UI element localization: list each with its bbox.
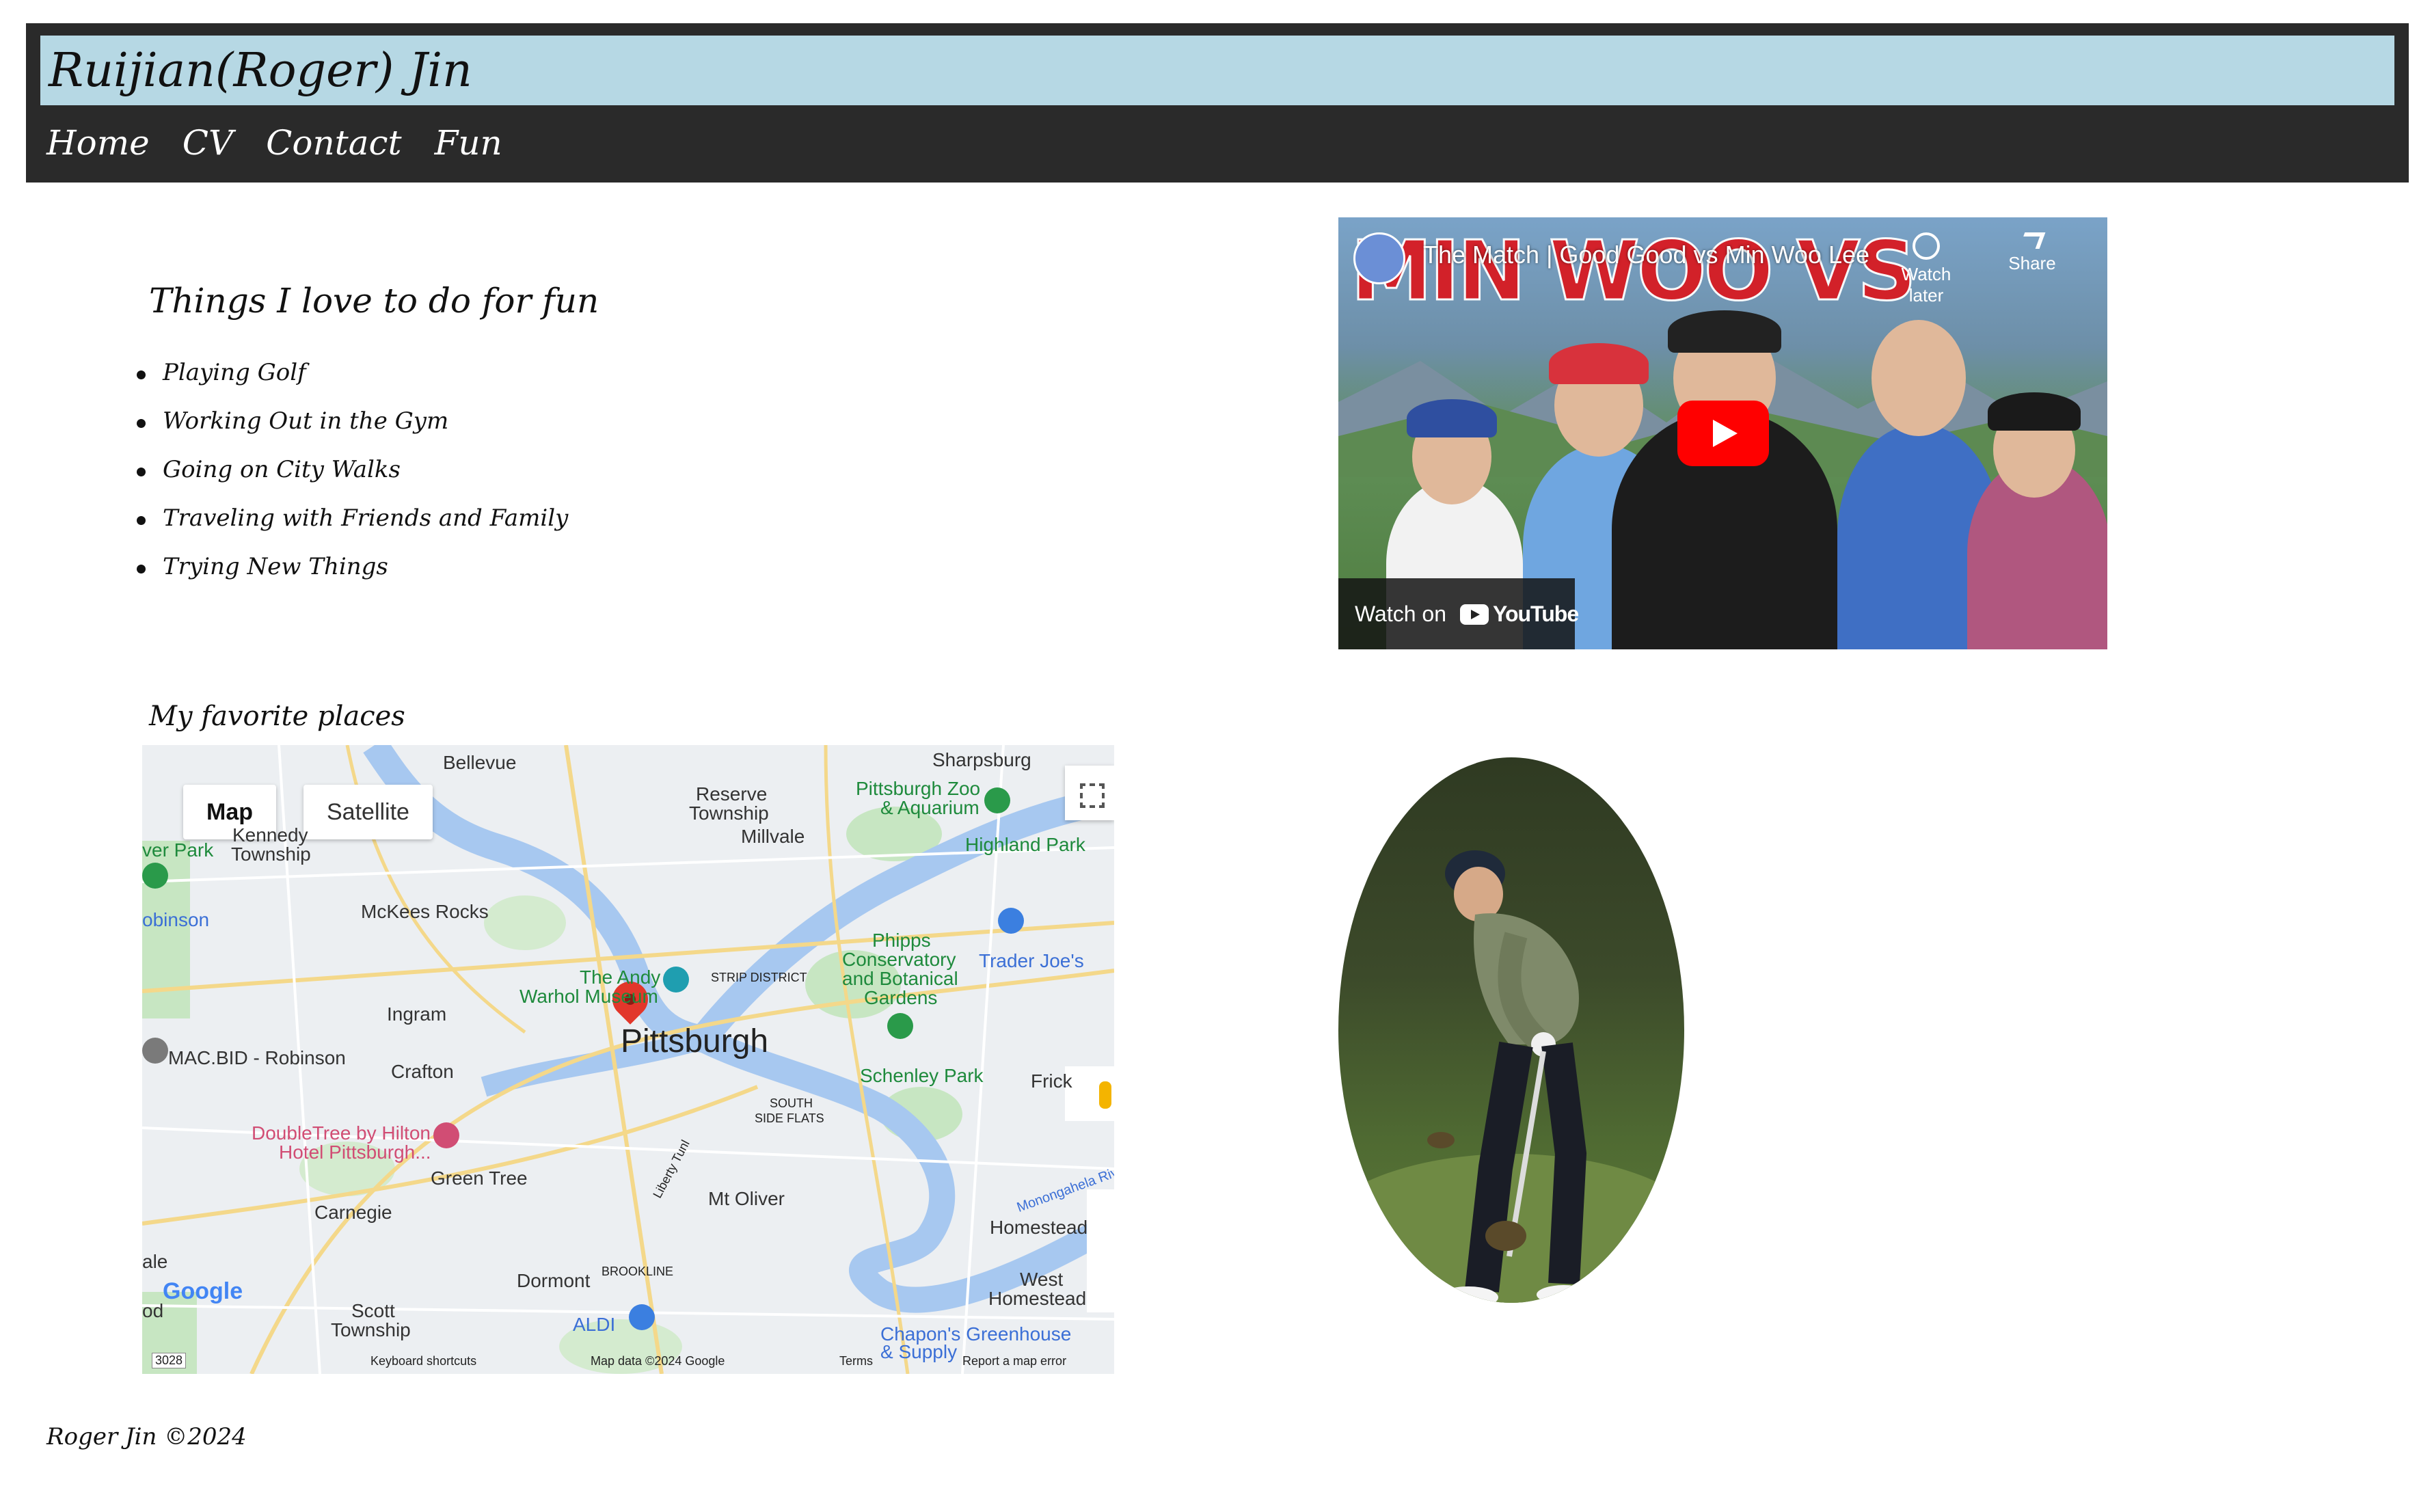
- map-attribution: Keyboard shortcuts Map data ©2024 Google…: [142, 1347, 1114, 1374]
- map-label: Warhol Museum: [519, 986, 658, 1007]
- map-label: Township: [689, 802, 769, 824]
- title-bar: Ruijian(Roger) Jin: [40, 36, 2394, 105]
- map-label: Homestead: [988, 1288, 1087, 1309]
- zoom-control[interactable]: [1087, 1189, 1114, 1312]
- map-label: Millvale: [741, 826, 805, 847]
- watch-later-button[interactable]: Watch later: [1885, 232, 1967, 306]
- channel-avatar-icon[interactable]: [1353, 232, 1405, 284]
- fun-list: Playing Golf Working Out in the Gym Goin…: [136, 349, 568, 591]
- thumbnail-person-head: [1872, 320, 1966, 436]
- satellite-view-button[interactable]: Satellite: [303, 785, 433, 839]
- video-title[interactable]: The Match | Good Good vs Min Woo Lee: [1423, 241, 1869, 269]
- fullscreen-icon[interactable]: [1065, 766, 1114, 820]
- share-label: Share: [2008, 253, 2056, 273]
- keyboard-shortcuts-link[interactable]: Keyboard shortcuts: [370, 1354, 476, 1368]
- map-label: Township: [231, 843, 311, 865]
- video-thumbnail-banner: MIN WOO VS: [1350, 224, 1918, 321]
- google-logo: Google: [163, 1278, 243, 1304]
- map-label: Hotel Pittsburgh...: [279, 1142, 431, 1163]
- thumbnail-cap-icon: [1549, 343, 1649, 384]
- zoo-icon[interactable]: [984, 787, 1010, 813]
- youtube-wordmark: YouTube: [1492, 602, 1579, 626]
- list-item: Going on City Walks: [136, 446, 568, 494]
- nav-contact-link[interactable]: Contact: [266, 119, 402, 167]
- map-label: Schenley Park: [860, 1065, 984, 1086]
- nav-fun-link[interactable]: Fun: [435, 119, 502, 167]
- map-label: Gardens: [864, 987, 938, 1008]
- list-item: Playing Golf: [136, 349, 568, 397]
- map-label: Pittsburgh: [621, 1023, 769, 1059]
- nav-home-link[interactable]: Home: [46, 119, 150, 167]
- map-label: ver Park: [142, 839, 214, 861]
- map-label: Dormont: [517, 1270, 591, 1291]
- share-icon: [2018, 232, 2046, 249]
- map-label: Sharpsburg: [932, 749, 1031, 770]
- terms-link[interactable]: Terms: [839, 1354, 873, 1368]
- map-label: obinson: [142, 909, 210, 930]
- fun-heading: Things I love to do for fun: [149, 281, 599, 321]
- clock-icon: [1913, 232, 1940, 260]
- shopping-cart-icon[interactable]: [998, 908, 1024, 934]
- map-label: STRIP DISTRICT: [711, 971, 807, 984]
- thumbnail-cap-icon: [1668, 310, 1781, 353]
- nav-cv-link[interactable]: CV: [183, 119, 233, 167]
- map-label: SOUTH: [770, 1096, 813, 1110]
- thumbnail-cap-icon: [1407, 399, 1497, 437]
- map-data-text: Map data ©2024 Google: [591, 1354, 725, 1368]
- youtube-embed[interactable]: MIN WOO VS The Match | Good Good vs Min …: [1338, 217, 2107, 649]
- map-label: Homestead: [990, 1217, 1088, 1238]
- map-label: SIDE FLATS: [755, 1111, 824, 1125]
- map-label: & Aquarium: [880, 797, 979, 818]
- map-label: McKees Rocks: [361, 901, 489, 922]
- park-icon[interactable]: [142, 863, 168, 889]
- golfer-photo: [1338, 757, 1684, 1303]
- google-map[interactable]: Map Satellite Bellevue Sharpsburg Reserv…: [142, 745, 1114, 1374]
- places-heading: My favorite places: [149, 701, 405, 732]
- map-label: MAC.BID - Robinson: [168, 1047, 346, 1068]
- shopping-cart-icon[interactable]: [629, 1304, 655, 1330]
- map-pin-icon[interactable]: [142, 1038, 168, 1064]
- map-label: ALDI: [573, 1314, 616, 1335]
- map-label: Green Tree: [431, 1167, 528, 1189]
- list-item: Traveling with Friends and Family: [136, 494, 568, 543]
- footer-copyright: Roger Jin ©2024: [46, 1423, 247, 1450]
- map-label: Mt Oliver: [708, 1188, 785, 1209]
- main-nav: Home CV Contact Fun: [46, 119, 502, 167]
- map-label: BROOKLINE: [602, 1265, 674, 1278]
- play-icon[interactable]: [1677, 401, 1769, 466]
- site-title: Ruijian(Roger) Jin: [49, 44, 472, 98]
- map-label: Trader Joe's: [979, 950, 1084, 971]
- map-label: Highland Park: [965, 834, 1085, 855]
- share-button[interactable]: Share: [1995, 232, 2070, 274]
- garden-icon[interactable]: [887, 1013, 913, 1039]
- thumbnail-cap-icon: [1988, 392, 2081, 431]
- map-label: od: [142, 1300, 164, 1321]
- map-label: ale: [142, 1251, 168, 1272]
- map-label: Township: [331, 1319, 411, 1340]
- hotel-icon[interactable]: [433, 1122, 459, 1148]
- watch-on-label: Watch on: [1355, 602, 1446, 626]
- map-label: Bellevue: [443, 752, 517, 773]
- golfer-figure: [1338, 850, 1684, 1303]
- watch-later-label: Watch later: [1901, 264, 1951, 306]
- watch-on-youtube-button[interactable]: Watch on YouTube: [1338, 578, 1579, 649]
- site-header: Ruijian(Roger) Jin Home CV Contact Fun: [26, 23, 2409, 183]
- youtube-logo-icon: [1459, 604, 1489, 625]
- museum-icon[interactable]: [663, 967, 689, 993]
- road-badge: 3028: [152, 1353, 187, 1368]
- map-label: Carnegie: [314, 1202, 392, 1223]
- list-item: Trying New Things: [136, 543, 568, 591]
- map-label: Crafton: [391, 1061, 454, 1082]
- list-item: Working Out in the Gym: [136, 397, 568, 446]
- map-label: Frick: [1031, 1070, 1072, 1092]
- map-label: Ingram: [387, 1003, 447, 1025]
- report-error-link[interactable]: Report a map error: [962, 1354, 1066, 1368]
